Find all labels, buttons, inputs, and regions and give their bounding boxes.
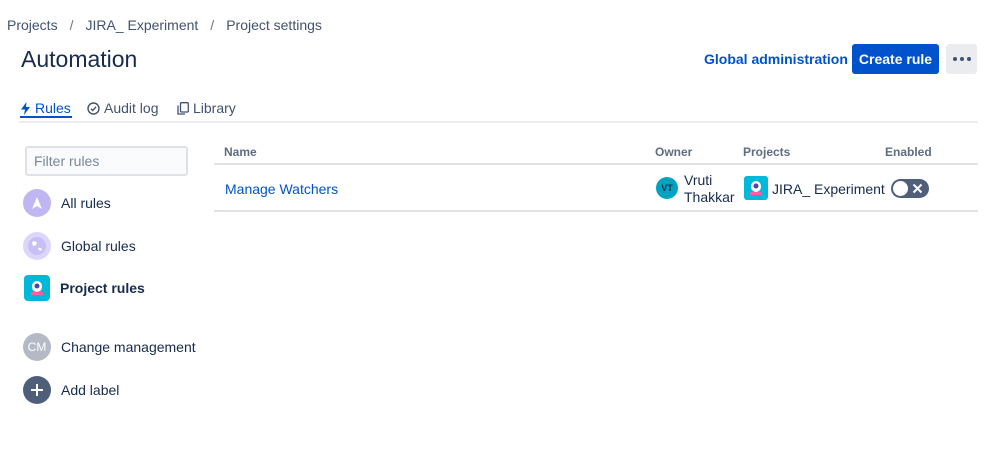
enabled-toggle[interactable] xyxy=(891,179,929,198)
sidebar-item-label: Change management xyxy=(61,339,196,355)
sidebar-item-change-management[interactable]: CM Change management xyxy=(23,333,196,361)
tab-label: Library xyxy=(193,100,236,116)
page-title: Automation xyxy=(21,46,138,72)
column-header-owner: Owner xyxy=(655,145,693,159)
breadcrumb: Projects / JIRA_ Experiment / Project settin… xyxy=(7,17,322,33)
breadcrumb-project-settings[interactable]: Project settings xyxy=(226,17,322,33)
tab-bar: Rules Audit log Library xyxy=(19,98,978,123)
sidebar-item-label: Global rules xyxy=(61,238,136,254)
breadcrumb-project[interactable]: JIRA_ Experiment xyxy=(85,17,198,33)
breadcrumb-separator: / xyxy=(69,17,74,33)
toggle-knob xyxy=(893,181,908,196)
rule-name-link[interactable]: Manage Watchers xyxy=(225,181,338,197)
breadcrumb-projects[interactable]: Projects xyxy=(7,17,58,33)
sidebar-item-global-rules[interactable]: Global rules xyxy=(23,232,136,260)
create-rule-button[interactable]: Create rule xyxy=(852,44,939,74)
tab-label: Rules xyxy=(35,100,71,116)
table-header: Name Owner Projects Enabled xyxy=(214,141,978,165)
tab-rules[interactable]: Rules xyxy=(20,100,72,118)
sidebar-item-project-rules[interactable]: Project rules xyxy=(23,275,145,301)
add-label-button[interactable]: Add label xyxy=(23,376,119,404)
tab-label: Audit log xyxy=(104,100,159,116)
sidebar-item-label: Project rules xyxy=(60,280,145,296)
avatar: VT xyxy=(656,177,678,199)
sidebar-item-label: All rules xyxy=(61,195,111,211)
sidebar-item-all-rules[interactable]: All rules xyxy=(23,189,111,217)
active-tab-indicator xyxy=(20,116,72,118)
tab-library[interactable]: Library xyxy=(177,100,236,116)
globe-icon xyxy=(23,232,51,260)
close-icon xyxy=(912,183,923,194)
project-icon xyxy=(744,176,768,200)
breadcrumb-separator: / xyxy=(210,17,215,33)
sidebar-item-label: Add label xyxy=(61,382,120,398)
lightning-icon xyxy=(21,101,30,115)
column-header-enabled: Enabled xyxy=(885,145,932,159)
more-actions-button[interactable] xyxy=(946,44,977,74)
project-name: JIRA_ Experiment xyxy=(772,181,885,197)
column-header-name: Name xyxy=(224,145,257,159)
check-circle-icon xyxy=(87,101,100,115)
project-icon xyxy=(24,275,50,301)
copy-icon xyxy=(177,101,189,115)
filter-rules-input[interactable] xyxy=(25,146,188,176)
add-icon xyxy=(23,376,51,404)
tab-audit-log[interactable]: Audit log xyxy=(87,100,158,116)
table-row: Manage Watchers VT Vruti Thakkar JIRA_ E… xyxy=(214,166,978,212)
all-rules-icon xyxy=(23,189,51,217)
global-administration-link[interactable]: Global administration xyxy=(704,51,848,67)
column-header-projects: Projects xyxy=(743,145,791,159)
more-icon xyxy=(952,57,957,61)
owner-name: Vruti Thakkar xyxy=(684,172,735,205)
label-avatar: CM xyxy=(23,333,51,361)
